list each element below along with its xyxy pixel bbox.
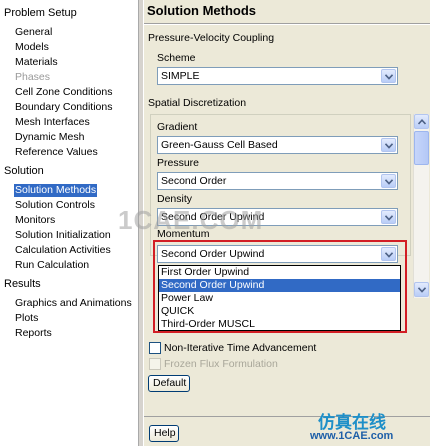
nav-item-run-calculation[interactable]: Run Calculation — [14, 259, 90, 272]
scheme-label: Scheme — [157, 52, 196, 64]
pressure-dropdown[interactable]: Second Order — [157, 172, 398, 190]
frozen-flux-label: Frozen Flux Formulation — [164, 358, 278, 370]
watermark-text: 1CAE.COM — [118, 205, 264, 235]
gradient-label: Gradient — [157, 121, 198, 133]
nav-item-monitors[interactable]: Monitors — [14, 214, 56, 227]
nav-item-plots[interactable]: Plots — [14, 312, 39, 325]
nav-item-solution-controls[interactable]: Solution Controls — [14, 199, 96, 212]
gradient-value: Green-Gauss Cell Based — [161, 139, 278, 151]
frozen-flux-checkbox — [149, 358, 161, 370]
panel-scrollbar[interactable] — [413, 114, 429, 298]
help-button[interactable]: Help — [149, 425, 179, 442]
non-iterative-label: Non-Iterative Time Advancement — [164, 342, 317, 354]
nav-group-problem-setup[interactable]: Problem Setup — [4, 6, 77, 20]
nav-group-results[interactable]: Results — [4, 277, 41, 291]
scheme-dropdown[interactable]: SIMPLE — [157, 67, 398, 85]
chevron-down-icon[interactable] — [381, 138, 396, 152]
nav-item-dynamic-mesh[interactable]: Dynamic Mesh — [14, 131, 85, 144]
nav-item-reports[interactable]: Reports — [14, 327, 53, 340]
nav-item-solution-methods[interactable]: Solution Methods — [14, 184, 98, 197]
panel-title: Solution Methods — [147, 3, 257, 18]
scroll-thumb[interactable] — [414, 131, 429, 165]
chevron-down-icon[interactable] — [381, 69, 396, 83]
pv-coupling-label: Pressure-Velocity Coupling — [148, 32, 275, 44]
scroll-down-button[interactable] — [414, 282, 429, 297]
non-iterative-checkbox[interactable] — [149, 342, 161, 354]
scheme-value: SIMPLE — [161, 70, 200, 82]
pressure-label: Pressure — [157, 157, 200, 169]
nav-item-cell-zone-conditions[interactable]: Cell Zone Conditions — [14, 86, 113, 99]
nav-item-general[interactable]: General — [14, 26, 53, 39]
nav-item-mesh-interfaces[interactable]: Mesh Interfaces — [14, 116, 91, 129]
nav-item-models[interactable]: Models — [14, 41, 50, 54]
nav-item-reference-values[interactable]: Reference Values — [14, 146, 99, 159]
spatial-discretization-label: Spatial Discretization — [148, 97, 247, 109]
nav-item-boundary-conditions[interactable]: Boundary Conditions — [14, 101, 113, 114]
chevron-down-icon[interactable] — [381, 174, 396, 188]
scroll-up-button[interactable] — [414, 114, 429, 129]
pressure-value: Second Order — [161, 175, 227, 187]
nav-item-calculation-activities[interactable]: Calculation Activities — [14, 244, 112, 257]
chevron-down-icon[interactable] — [381, 210, 396, 224]
nav-item-graphics-and-animations[interactable]: Graphics and Animations — [14, 297, 133, 310]
nav-item-solution-initialization[interactable]: Solution Initialization — [14, 229, 112, 242]
default-button[interactable]: Default — [148, 375, 190, 392]
nav-item-phases: Phases — [15, 71, 51, 83]
title-divider — [144, 23, 430, 25]
nav-group-solution[interactable]: Solution — [4, 164, 44, 178]
watermark-url: www.1CAE.com — [310, 430, 394, 442]
nav-item-materials[interactable]: Materials — [14, 56, 59, 69]
annotation-highlight-box — [153, 240, 407, 333]
gradient-dropdown[interactable]: Green-Gauss Cell Based — [157, 136, 398, 154]
